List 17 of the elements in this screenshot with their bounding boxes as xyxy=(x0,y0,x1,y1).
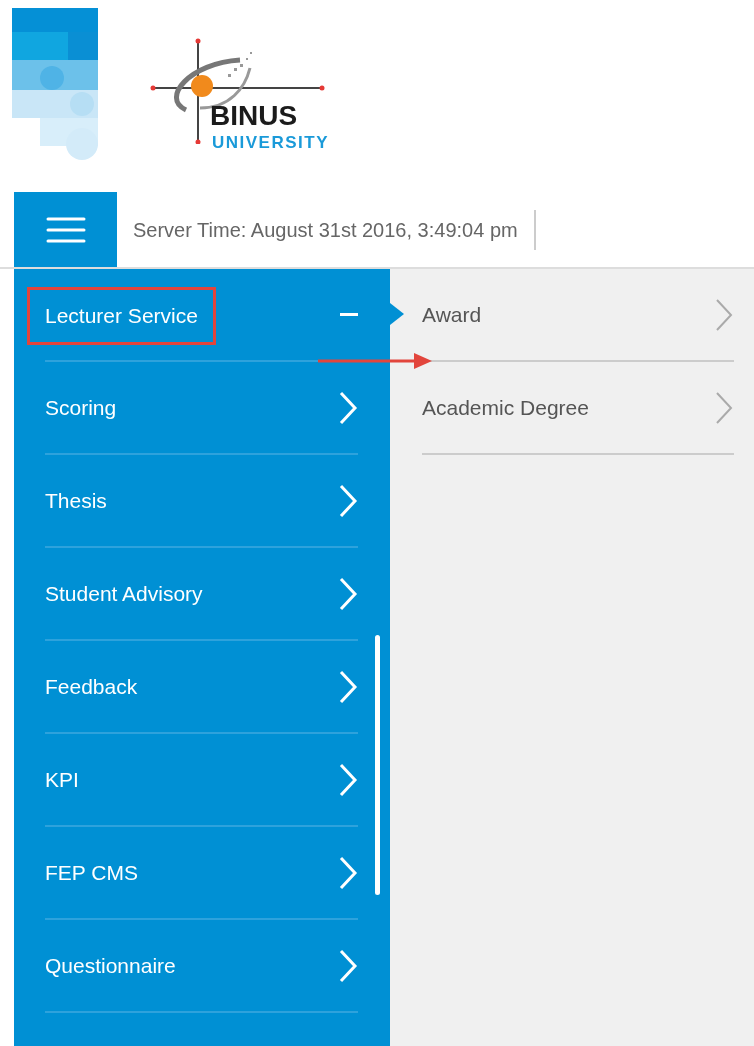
sidebar-item[interactable]: KPI xyxy=(45,734,358,827)
sidebar-item[interactable]: Feedback xyxy=(45,641,358,734)
chevron-right-icon xyxy=(714,390,734,425)
chevron-right-icon xyxy=(714,297,734,332)
menu-icon xyxy=(45,215,86,244)
sidebar-item[interactable]: Questionnaire xyxy=(45,920,358,1013)
sidebar-item[interactable]: Scoring xyxy=(45,362,358,455)
sidebar-item[interactable]: Student Advisory xyxy=(45,548,358,641)
scrollbar[interactable] xyxy=(375,635,380,895)
server-time: Server Time: August 31st 2016, 3:49:04 pm xyxy=(117,209,536,250)
logo-subtitle: UNIVERSITY xyxy=(212,134,330,151)
submenu-item[interactable]: Academic Degree xyxy=(422,362,734,455)
sidebar-item-label: Lecturer Service xyxy=(45,304,198,327)
sidebar-item[interactable]: FEP CMS xyxy=(45,827,358,920)
sidebar-item[interactable]: Thesis xyxy=(45,455,358,548)
menu-button[interactable] xyxy=(14,192,117,267)
logo-name: BINUS xyxy=(210,102,298,130)
